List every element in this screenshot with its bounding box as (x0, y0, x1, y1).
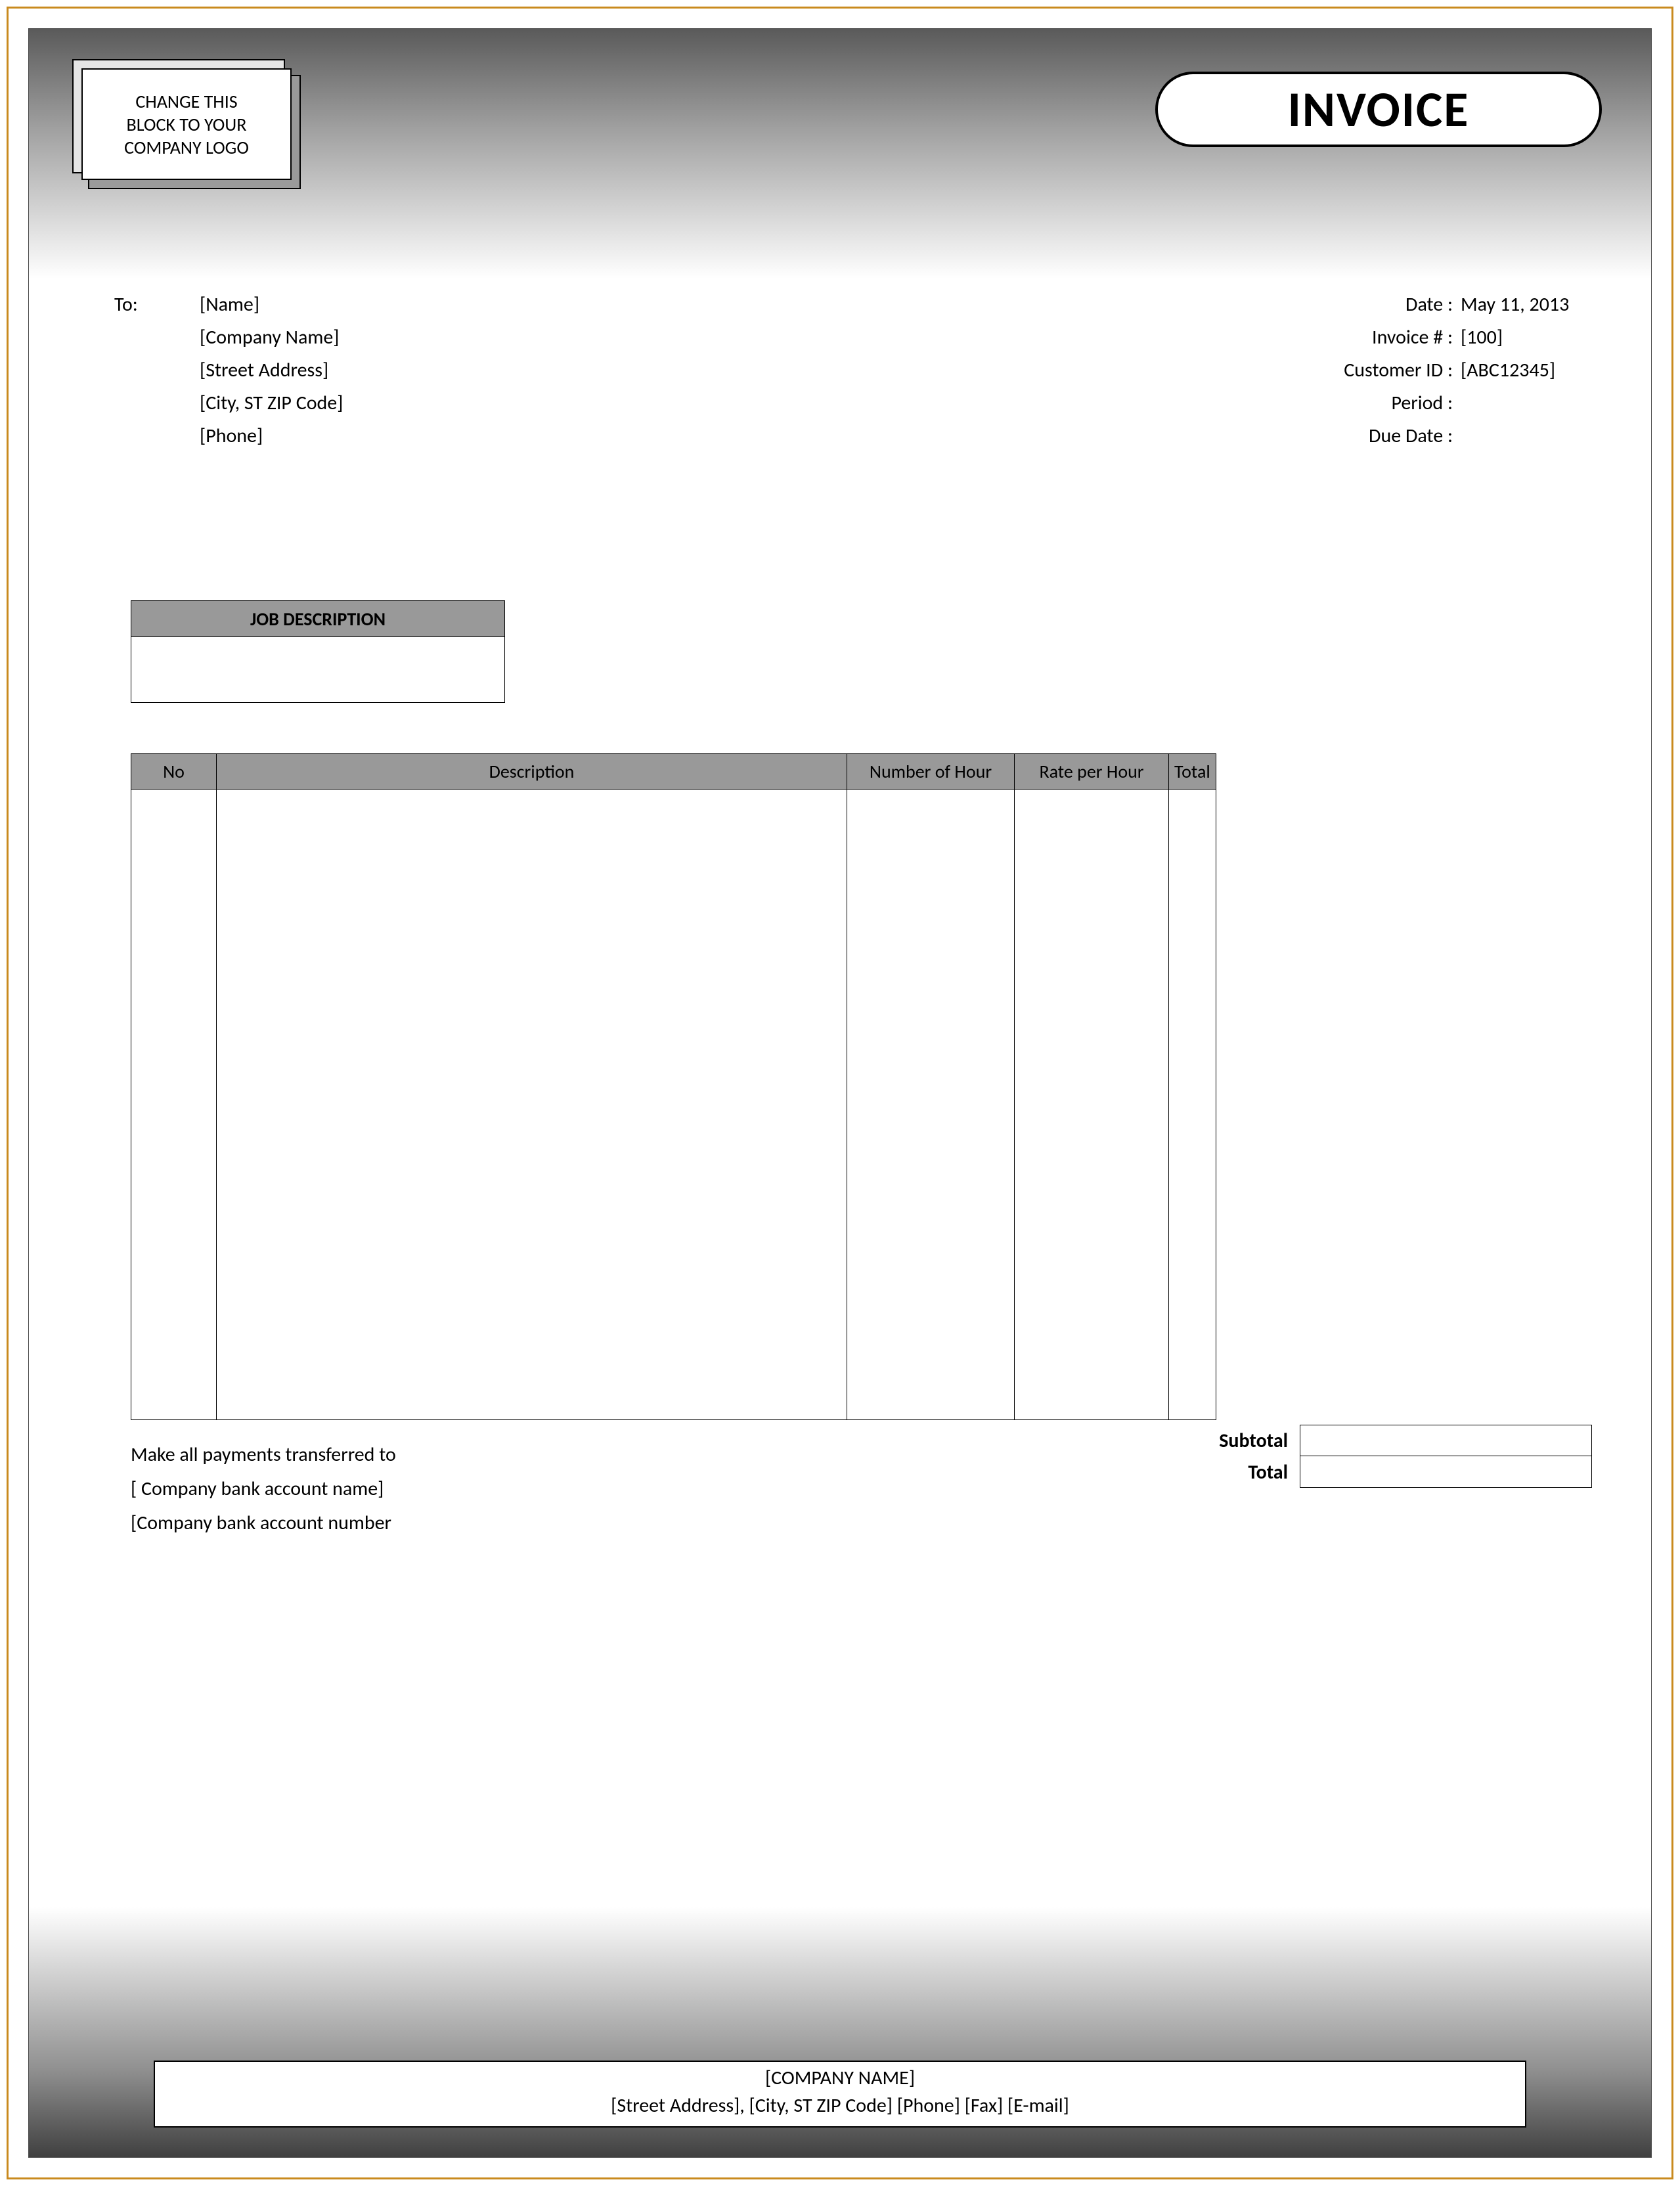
logo-text-line1: CHANGE THIS (124, 90, 249, 113)
cell-hours (847, 790, 1015, 1420)
cell-rate (1015, 790, 1169, 1420)
job-description-body (131, 637, 505, 703)
summary-rows: Subtotal Total (1145, 1425, 1592, 1488)
total-label: Total (1145, 1460, 1300, 1484)
invoice-meta: Date : May 11, 2013 Invoice # : [100] Cu… (1344, 288, 1592, 453)
recipient-name: [Name] (200, 288, 343, 321)
recipient-phone: [Phone] (200, 420, 343, 453)
invoice-no-value: [100] (1461, 321, 1592, 354)
table-row (131, 790, 1216, 1420)
customer-id-value: [ABC12345] (1461, 354, 1592, 387)
cell-no (131, 790, 217, 1420)
payment-line1: Make all payments transferred to (131, 1438, 396, 1472)
footer-box: [COMPANY NAME] [Street Address], [City, … (154, 2061, 1526, 2128)
footer-company: [COMPANY NAME] (162, 2064, 1518, 2092)
payment-line2: [ Company bank account name] (131, 1472, 396, 1506)
cell-description (217, 790, 847, 1420)
col-desc-header: Description (217, 754, 847, 790)
line-items-table: No Description Number of Hour Rate per H… (131, 753, 1216, 1420)
page-frame: CHANGE THIS BLOCK TO YOUR COMPANY LOGO I… (7, 7, 1673, 2179)
invoice-no-label: Invoice # : (1372, 321, 1453, 354)
total-value (1300, 1456, 1592, 1488)
due-date-label: Due Date : (1369, 420, 1453, 453)
payment-instructions: Make all payments transferred to [ Compa… (131, 1438, 396, 1540)
recipient-city-zip: [City, ST ZIP Code] (200, 387, 343, 420)
table-header-row: No Description Number of Hour Rate per H… (131, 754, 1216, 790)
subtotal-value (1300, 1425, 1592, 1456)
recipient-block: [Name] [Company Name] [Street Address] [… (200, 288, 343, 453)
due-date-value (1461, 420, 1592, 453)
col-rate-header: Rate per Hour (1015, 754, 1169, 790)
cell-total (1169, 790, 1216, 1420)
payment-line3: [Company bank account number (131, 1506, 396, 1540)
document-body: CHANGE THIS BLOCK TO YOUR COMPANY LOGO I… (28, 28, 1652, 2158)
period-label: Period : (1391, 387, 1453, 420)
job-description-box: JOB DESCRIPTION (131, 600, 505, 703)
logo-placeholder: CHANGE THIS BLOCK TO YOUR COMPANY LOGO (81, 68, 292, 180)
logo-text-line2: BLOCK TO YOUR (124, 113, 249, 136)
subtotal-label: Subtotal (1145, 1429, 1300, 1453)
date-value: May 11, 2013 (1461, 288, 1592, 321)
col-hours-header: Number of Hour (847, 754, 1015, 790)
footer-contact: [Street Address], [City, ST ZIP Code] [P… (162, 2092, 1518, 2120)
job-description-header: JOB DESCRIPTION (131, 600, 505, 637)
col-total-header: Total (1169, 754, 1216, 790)
col-no-header: No (131, 754, 217, 790)
recipient-street: [Street Address] (200, 354, 343, 387)
date-label: Date : (1405, 288, 1453, 321)
period-value (1461, 387, 1592, 420)
to-label: To: (114, 288, 138, 321)
recipient-company: [Company Name] (200, 321, 343, 354)
logo-text-line3: COMPANY LOGO (124, 136, 249, 159)
customer-id-label: Customer ID : (1344, 354, 1453, 387)
invoice-title: INVOICE (1155, 72, 1602, 147)
